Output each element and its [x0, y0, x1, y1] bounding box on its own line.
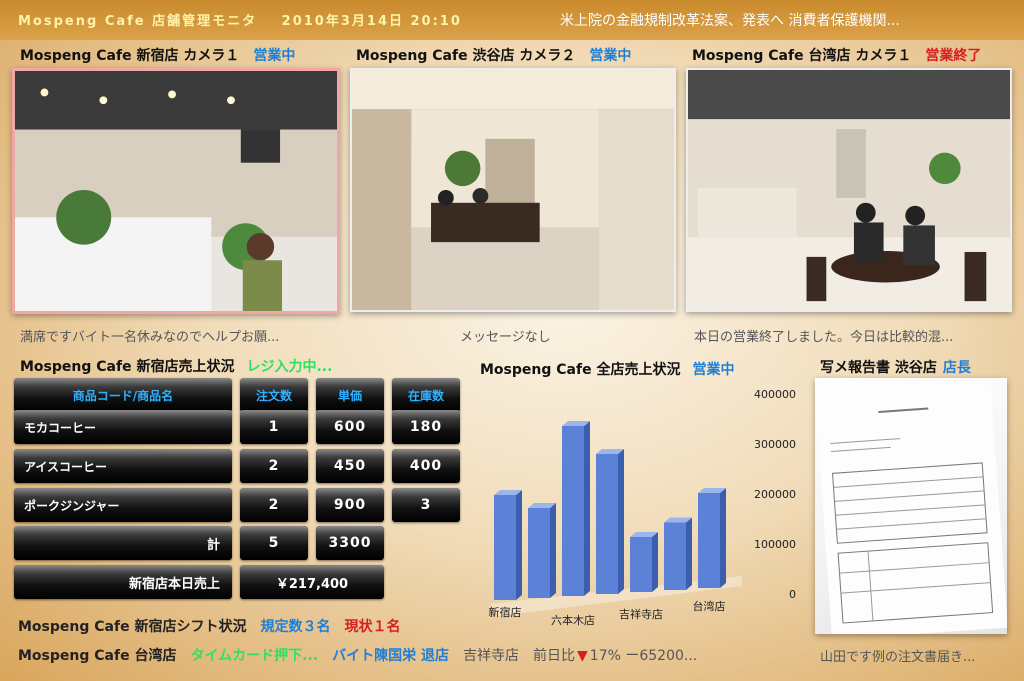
down-arrow-icon: ▼: [577, 648, 588, 664]
daily-sales-label: 新宿店本日売上: [14, 565, 232, 599]
report-title: 写メ報告書 渋谷店 店長: [820, 357, 971, 377]
sales-table-title: Mospeng Cafe 新宿店売上状況 レジ入力中...: [20, 356, 332, 376]
datetime: 2010年3月14日 20:10: [281, 14, 462, 29]
total-label: 計: [14, 526, 232, 560]
row-3-stock: 3: [392, 488, 460, 522]
chart-bar: [596, 454, 618, 594]
top-bar: Mospeng Cafe 店舗管理モニタ 2010年3月14日 20:10 米上…: [0, 0, 1024, 40]
camera-2-title: Mospeng Cafe 渋谷店 カメラ２ 営業中: [356, 45, 631, 65]
chart-bar-side: [652, 532, 658, 592]
chart-tick-label: 200000: [754, 488, 796, 501]
row-2-stock: 400: [392, 449, 460, 483]
row-1-qty: 1: [240, 410, 308, 444]
chart-bar-side: [550, 503, 556, 598]
chart-bar: [494, 495, 516, 600]
camera-1-status: 営業中: [253, 48, 296, 64]
bottom-ticker: Mospeng Cafe 台湾店 タイムカード押下... バイト陳国栄 退店 吉祥寺店…: [18, 645, 711, 665]
row-3-price: 900: [316, 488, 384, 522]
row-3-qty: 2: [240, 488, 308, 522]
ticker-store-2: 吉祥寺店: [463, 648, 520, 664]
camera-2-image: [352, 70, 674, 310]
chart-bar-side: [720, 488, 726, 588]
camera-1-image: [15, 71, 337, 311]
shift-current: 現状１名: [344, 619, 401, 635]
camera-2-label: Mospeng Cafe 渋谷店 カメラ２: [356, 48, 576, 64]
ticker-event-1: タイムカード押下...: [190, 648, 319, 664]
camera-3-message: 本日の営業終了しました。今日は比較的混...: [694, 330, 954, 345]
report-photo[interactable]: [815, 378, 1007, 634]
chart-tick-label: 100000: [754, 538, 796, 551]
camera-1-feed[interactable]: [12, 68, 340, 314]
camera-3-status: 営業終了: [925, 48, 982, 64]
chart-category-label: 六本木店: [551, 613, 595, 627]
camera-2-feed[interactable]: [350, 68, 676, 312]
chart-tick-label: 400000: [754, 388, 796, 401]
all-sales-title: Mospeng Cafe 全店売上状況 営業中: [480, 359, 734, 379]
chart-bar: [528, 508, 550, 598]
brand-title: Mospeng Cafe 店舗管理モニタ: [18, 14, 258, 29]
header-price: 単価: [316, 378, 384, 412]
daily-sales-value: ￥217,400: [240, 565, 384, 599]
shift-status: Mospeng Cafe 新宿店シフト状況 規定数３名 現状１名: [18, 616, 414, 636]
camera-1-message: 満席ですバイト一名休みなのでヘルプお願...: [20, 330, 280, 345]
chart-bar: [562, 426, 584, 596]
camera-1-label: Mospeng Cafe 新宿店 カメラ１: [20, 48, 240, 64]
header-product: 商品コード/商品名: [14, 378, 232, 412]
report-role: 店長: [942, 360, 971, 376]
report-caption: 山田です例の注文書届き...: [820, 650, 976, 665]
chart-bar: [664, 522, 686, 590]
header-stock: 在庫数: [392, 378, 460, 412]
row-1-product[interactable]: モカコーヒー: [14, 410, 232, 444]
camera-3-feed[interactable]: [686, 68, 1012, 312]
camera-2-message: メッセージなし: [460, 330, 551, 345]
ticker-store: Mospeng Cafe 台湾店: [18, 648, 177, 664]
chart-category-label: 吉祥寺店: [619, 607, 663, 621]
shift-required: 規定数３名: [260, 619, 331, 635]
row-2-price: 450: [316, 449, 384, 483]
row-2-product[interactable]: アイスコーヒー: [14, 449, 232, 483]
row-3-product[interactable]: ポークジンジャー: [14, 488, 232, 522]
ticker-compare-value: 17% ー65200...: [589, 648, 698, 664]
shift-title: Mospeng Cafe 新宿店シフト状況: [18, 619, 247, 635]
total-amount: 3300: [316, 526, 384, 560]
chart-bar-side: [516, 490, 522, 600]
document-image: [815, 380, 1007, 634]
all-sales-label: Mospeng Cafe 全店売上状況: [480, 362, 681, 378]
camera-3-image: [688, 70, 1010, 310]
sales-table-label: Mospeng Cafe 新宿店売上状況: [20, 359, 235, 375]
all-sales-status: 営業中: [692, 362, 735, 378]
row-1-price: 600: [316, 410, 384, 444]
total-qty: 5: [240, 526, 308, 560]
report-label: 写メ報告書 渋谷店: [820, 360, 937, 376]
chart-bar-side: [686, 517, 692, 590]
chart-bar: [630, 537, 652, 592]
sales-chart: 400000 300000 200000 100000 0 新宿店六本木店 吉祥寺店 台湾店: [476, 380, 806, 640]
camera-2-status: 営業中: [589, 48, 632, 64]
ticker-event-2: バイト陳国栄 退店: [332, 648, 450, 664]
row-1-stock: 180: [392, 410, 460, 444]
app-title: Mospeng Cafe 店舗管理モニタ 2010年3月14日 20:10: [18, 10, 462, 29]
camera-3-label: Mospeng Cafe 台湾店 カメラ１: [692, 48, 912, 64]
sales-table-status: レジ入力中...: [246, 359, 333, 375]
chart-tick-label: 300000: [754, 438, 796, 451]
camera-1-title: Mospeng Cafe 新宿店 カメラ１ 営業中: [20, 45, 295, 65]
ticker-compare-label: 前日比: [533, 648, 576, 664]
header-qty: 注文数: [240, 378, 308, 412]
news-ticker: 米上院の金融規制改革法案、発表へ 消費者保護機関...: [560, 13, 900, 29]
chart-tick-label: 0: [789, 588, 796, 601]
chart-bar-side: [618, 449, 624, 594]
camera-3-title: Mospeng Cafe 台湾店 カメラ１ 営業終了: [692, 45, 981, 65]
chart-bar-side: [584, 421, 590, 596]
row-2-qty: 2: [240, 449, 308, 483]
sales-chart-svg: 400000 300000 200000 100000 0 新宿店六本木店 吉祥寺店 台湾店: [489, 388, 797, 627]
chart-category-label: 新宿店: [489, 605, 522, 619]
chart-category-label: 台湾店: [693, 599, 726, 613]
chart-bar: [698, 493, 720, 588]
